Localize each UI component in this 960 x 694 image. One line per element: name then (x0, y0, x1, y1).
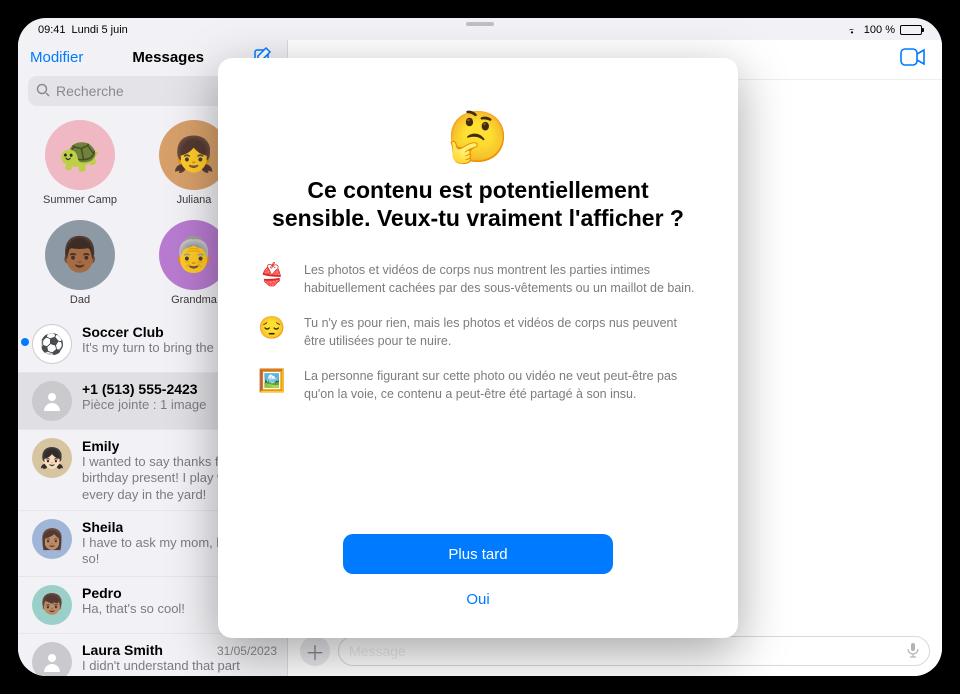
sensitive-content-modal: 🤔 Ce contenu est potentiellement sensibl… (218, 58, 738, 638)
attach-button[interactable]: ＋ (300, 636, 330, 666)
avatar: ⚽ (32, 324, 72, 364)
bullet-icon: 😔 (258, 315, 286, 341)
thinking-emoji-icon: 🤔 (258, 108, 698, 167)
battery-icon (900, 25, 922, 35)
avatar: 👦🏽 (32, 585, 72, 625)
dictate-icon[interactable] (907, 642, 919, 661)
edit-button[interactable]: Modifier (30, 49, 83, 66)
conversation-date: 31/05/2023 (217, 644, 277, 658)
avatar (32, 642, 72, 677)
search-icon (36, 83, 50, 100)
avatar: 👨🏾 (45, 220, 115, 290)
avatar: 👧🏻 (32, 438, 72, 478)
battery-pct: 100 % (864, 24, 895, 36)
conversation-title: Soccer Club (82, 324, 164, 340)
modal-bullet: 👙 Les photos et vidéos de corps nus mont… (258, 262, 698, 297)
unread-dot (21, 338, 29, 346)
message-input[interactable]: Message (338, 636, 930, 666)
video-call-icon[interactable] (900, 48, 926, 71)
search-placeholder: Recherche (56, 83, 124, 99)
bullet-icon: 🖼️ (258, 368, 286, 394)
pinned-contact[interactable]: 🐢 Summer Camp (36, 120, 124, 206)
status-bar: 09:41 Lundi 5 juin 100 % (18, 18, 942, 38)
bullet-text: La personne figurant sur cette photo ou … (304, 368, 698, 403)
message-placeholder: Message (349, 643, 406, 659)
yes-button[interactable]: Oui (343, 584, 613, 614)
bullet-text: Les photos et vidéos de corps nus montre… (304, 262, 698, 297)
status-date: Lundi 5 juin (72, 24, 128, 36)
bullet-text: Tu n'y es pour rien, mais les photos et … (304, 315, 698, 350)
modal-bullet: 😔 Tu n'y es pour rien, mais les photos e… (258, 315, 698, 350)
pinned-contact[interactable]: 👨🏾 Dad (36, 220, 124, 306)
wifi-icon (845, 24, 859, 37)
later-button[interactable]: Plus tard (343, 534, 613, 574)
status-time: 09:41 (38, 24, 66, 36)
pinned-name: Summer Camp (36, 194, 124, 206)
pinned-name: Dad (36, 294, 124, 306)
conversation-title: Pedro (82, 585, 122, 601)
conversation-title: Sheila (82, 519, 123, 535)
conversation-row[interactable]: Laura Smith 31/05/2023 I didn't understa… (18, 634, 287, 677)
conversation-title: Emily (82, 438, 119, 454)
modal-title: Ce contenu est potentiellement sensible.… (258, 177, 698, 232)
bullet-icon: 👙 (258, 262, 286, 288)
conversation-title: +1 (513) 555-2423 (82, 381, 198, 397)
conversation-preview: I didn't understand that part either. (82, 658, 277, 677)
avatar (32, 381, 72, 421)
conversation-title: Laura Smith (82, 642, 163, 658)
avatar: 👩🏽 (32, 519, 72, 559)
avatar: 🐢 (45, 120, 115, 190)
modal-bullet: 🖼️ La personne figurant sur cette photo … (258, 368, 698, 403)
